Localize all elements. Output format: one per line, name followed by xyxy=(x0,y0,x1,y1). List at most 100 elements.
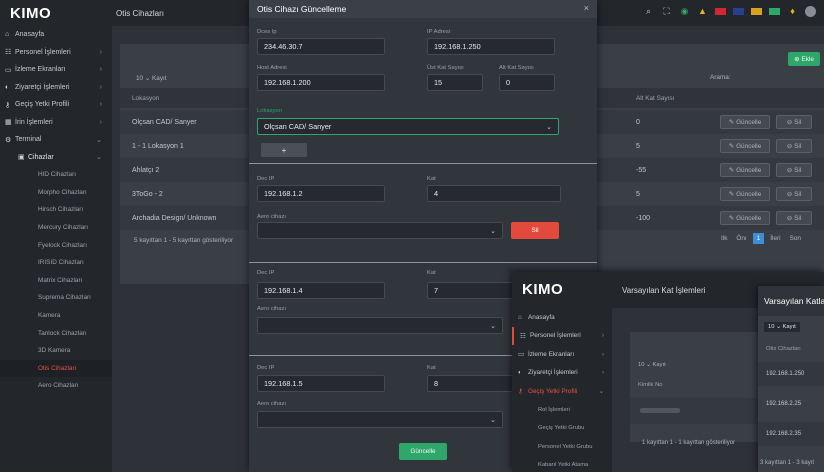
update-button[interactable]: ✎ Güncelle xyxy=(720,115,770,129)
sidebar-item-devices[interactable]: ▣ Cihazlar ⌄ xyxy=(0,149,112,167)
win2-sidebar-item-monitoring[interactable]: ▭ İzleme Ekranları › xyxy=(512,345,612,364)
update-button[interactable]: ✎ Güncelle xyxy=(720,139,770,153)
sidebar-sub-hid[interactable]: HID Cihazları xyxy=(0,166,112,184)
sidebar-item-home[interactable]: ⌂ Anasayfa xyxy=(0,26,112,44)
sidebar-sub-matrix[interactable]: Matrix Cihazları xyxy=(0,272,112,290)
search-icon[interactable]: ⌕ xyxy=(643,6,654,17)
win2-logo: KIMO xyxy=(522,281,564,298)
win2-sidebar-item-visitor[interactable]: ◐ Ziyaretçi İşlemleri › xyxy=(512,364,612,383)
floor-input[interactable]: 4 xyxy=(427,185,561,202)
delete-button-label: Sil xyxy=(794,142,802,150)
delete-button[interactable]: ⊖ Sil xyxy=(776,115,812,129)
col-location: Lokasyon xyxy=(132,94,160,102)
page-size-select[interactable]: 10 ⌄ Kayıt xyxy=(136,74,167,82)
avatar[interactable] xyxy=(805,6,816,17)
client-ip-input[interactable]: 234.46.30.7 xyxy=(257,38,385,55)
sidebar-sub-mercury[interactable]: Mercury Cihazları xyxy=(0,219,112,237)
notification-icon[interactable]: ♦ xyxy=(787,6,798,17)
sidebar-item-label: Geçiş Yetki Profili xyxy=(15,101,70,109)
pager-prev[interactable]: Önı xyxy=(733,233,749,244)
sidebar-item-personnel[interactable]: ☷ Personel İşlemleri › xyxy=(0,44,112,62)
win2-sidebar-item-access-profile[interactable]: ⚷ Geçiş Yetki Profili ⌄ xyxy=(512,382,612,401)
update-button[interactable]: ✎ Güncelle xyxy=(720,163,770,177)
sidebar-sub-camera[interactable]: Kamera xyxy=(0,307,112,325)
sidebar-sub-suprema[interactable]: Suprema Cihazları xyxy=(0,289,112,307)
dec-ip-input[interactable]: 192.168.1.5 xyxy=(257,375,385,392)
submit-update-button[interactable]: Güncelle xyxy=(399,443,447,460)
win2-page-title: Varsayılan Kat İşlemleri xyxy=(622,286,706,295)
sidebar-item-label: İzleme Ekranları xyxy=(15,66,66,74)
pagination: Ilk Önı 1 İleri Son xyxy=(718,233,804,244)
delete-button[interactable]: ⊖ Sil xyxy=(776,139,812,153)
row-location: 1 - 1 Lokasyon 1 xyxy=(132,142,184,150)
win2-sidebar-sub-access-group[interactable]: Geçiş Yetki Grubu xyxy=(512,419,612,438)
win2-panel: 10 ⌄ Kayıt Kimlik No xyxy=(630,332,760,442)
close-icon[interactable]: × xyxy=(584,3,589,13)
search-label: Arama: xyxy=(710,74,731,81)
sidebar-item-visitor[interactable]: ◐ Ziyaretçi İşlemleri › xyxy=(0,79,112,97)
sidebar-sub-hirsch[interactable]: Hirsch Cihazları xyxy=(0,201,112,219)
sidebar-sub-otis[interactable]: Otis Cihazları xyxy=(0,359,112,378)
pager-first[interactable]: Ilk xyxy=(718,233,730,244)
page-title: Otis Cihazları xyxy=(116,8,165,18)
flag-tr-icon[interactable] xyxy=(715,8,726,15)
pager-next[interactable]: İleri xyxy=(767,233,783,244)
delete-button[interactable]: ⊖ Sil xyxy=(776,163,812,177)
delete-button[interactable]: ⊖ Sil xyxy=(776,211,812,225)
win2-page-size-select[interactable]: 10 ⌄ Kayıt xyxy=(638,362,666,368)
delete-button[interactable]: ⊖ Sil xyxy=(776,187,812,201)
flag-uk-icon[interactable] xyxy=(733,8,744,15)
pager-last[interactable]: Son xyxy=(787,233,804,244)
win3-page-size-select[interactable]: 10 ⌄ Kayıt xyxy=(764,322,800,332)
chevron-right-icon: › xyxy=(99,83,102,91)
flag-sa-icon[interactable] xyxy=(769,8,780,15)
win2-sidebar-item-personnel[interactable]: ☷ Personel İşlemleri › xyxy=(512,326,612,345)
flag-de-icon[interactable] xyxy=(751,8,762,15)
add-location-button[interactable]: + xyxy=(261,143,307,157)
host-address-label: Host Adresi xyxy=(257,65,287,71)
dec-ip-input[interactable]: 192.168.1.4 xyxy=(257,282,385,299)
divider xyxy=(249,163,597,164)
row-value: 0 xyxy=(636,118,640,126)
sidebar-sub-morpho[interactable]: Morpho Cihazları xyxy=(0,184,112,202)
add-button[interactable]: ⊕ Ekle xyxy=(788,52,820,66)
ip-address-input[interactable]: 192.168.1.250 xyxy=(427,38,555,55)
sidebar-sub-3d-camera[interactable]: 3D Kamera xyxy=(0,342,112,360)
sidebar-item-label: Ziyaretçi İşlemleri xyxy=(528,369,578,377)
sidebar-item-label: Ziyaretçi İşlemleri xyxy=(15,83,70,91)
sidebar-item-terminal[interactable]: ⚙ Terminal ⌄ xyxy=(0,131,112,149)
win2-sidebar-sub-roles[interactable]: Rol İşlemleri xyxy=(512,401,612,420)
aero-device-select[interactable]: ⌄ xyxy=(257,317,503,334)
location-value: Olçsan CAD/ Sanyer xyxy=(264,122,332,131)
dec-ip-input[interactable]: 192.168.1.2 xyxy=(257,185,385,202)
sidebar-item-monitoring[interactable]: ▭ İzleme Ekranları › xyxy=(0,61,112,79)
update-button[interactable]: ✎ Güncelle xyxy=(720,187,770,201)
win2-sidebar-sub-bulk-assign[interactable]: Kabarıl Yetki Atama xyxy=(512,456,612,472)
location-select[interactable]: Olçsan CAD/ Sanyer ⌄ xyxy=(257,118,559,135)
sidebar-sub-aero[interactable]: Aero Cihazları xyxy=(0,377,112,395)
win2-sidebar-item-home[interactable]: ⌂ Anasayfa xyxy=(512,308,612,327)
lock-icon[interactable]: ▲ xyxy=(697,6,708,17)
sidebar-sub-tanlock[interactable]: Tanlock Cihazları xyxy=(0,324,112,342)
sidebar-sub-eyelock[interactable]: Fyelock Cihazları xyxy=(0,236,112,254)
fullscreen-icon[interactable]: ⛶ xyxy=(661,6,672,17)
win2-sidebar-sub-personnel-group[interactable]: Personel Yetki Grubu xyxy=(512,438,612,457)
modal-header: Otis Cihazı Güncelleme × xyxy=(249,0,597,18)
delete-block-button[interactable]: Sil xyxy=(511,222,559,239)
masked-id-value xyxy=(640,408,680,413)
update-button-label: Güncelle xyxy=(736,118,762,126)
status-ok-icon[interactable]: ◉ xyxy=(679,6,690,17)
bottom-floor-input[interactable]: 0 xyxy=(499,74,555,91)
sidebar-item-building[interactable]: ▦ İrin İşlemleri › xyxy=(0,114,112,132)
aero-device-select[interactable]: ⌄ xyxy=(257,411,503,428)
chevron-down-icon: ⌄ xyxy=(490,227,496,235)
win3-title: Varsayılan Katlar xyxy=(758,286,824,316)
sidebar-sub-irisid[interactable]: IRISID Cihazları xyxy=(0,254,112,272)
pager-page-1[interactable]: 1 xyxy=(752,233,765,244)
aero-device-select[interactable]: ⌄ xyxy=(257,222,503,239)
sidebar-item-access-profile[interactable]: ⚷ Geçiş Yetki Profili › xyxy=(0,96,112,114)
update-button[interactable]: ✎ Güncelle xyxy=(720,211,770,225)
top-floor-input[interactable]: 15 xyxy=(427,74,483,91)
host-address-input[interactable]: 192.168.1.200 xyxy=(257,74,385,91)
edit-icon: ✎ xyxy=(728,167,735,174)
